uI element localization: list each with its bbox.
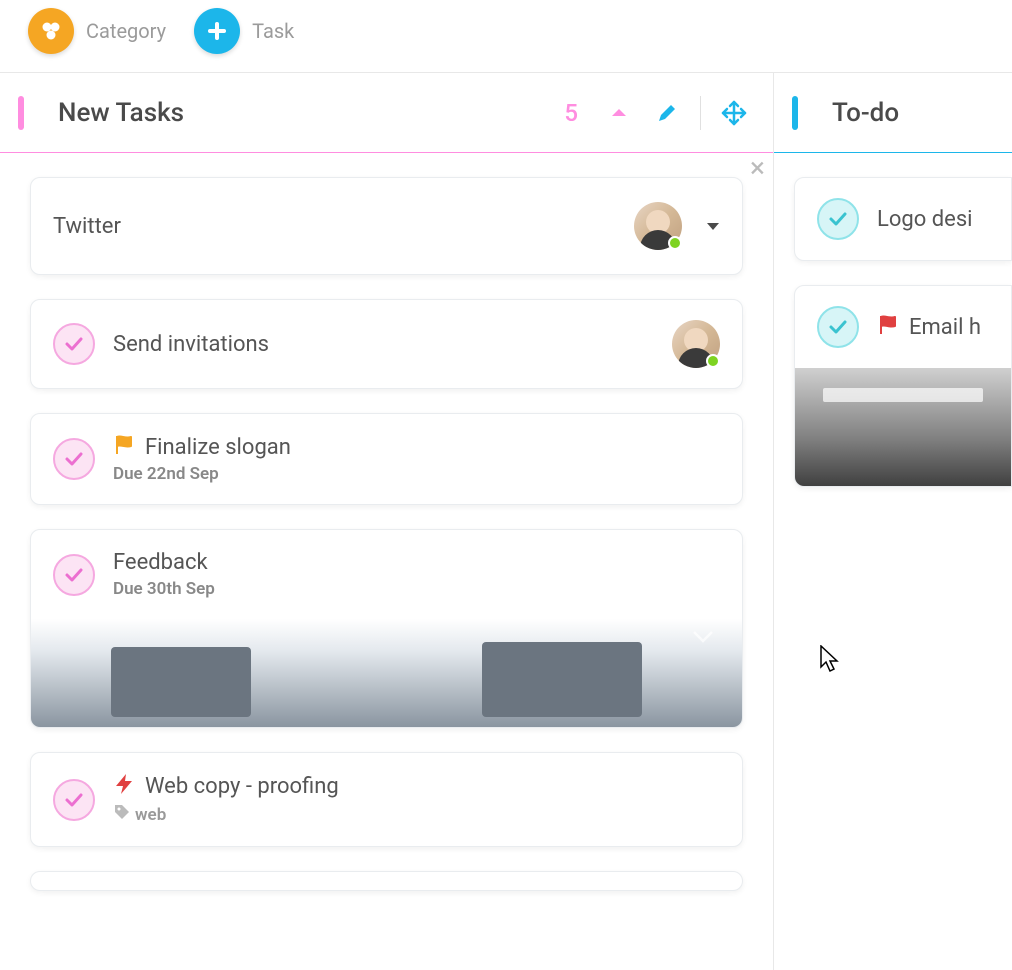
task-card[interactable]: Web copy - proofing web xyxy=(30,752,743,847)
task-title: Feedback xyxy=(113,550,720,575)
collapse-button[interactable] xyxy=(604,98,634,128)
caret-up-icon xyxy=(611,108,627,118)
divider xyxy=(700,96,701,130)
check-icon xyxy=(63,448,85,470)
task-title: Finalize slogan xyxy=(145,435,291,460)
task-due: Due 22nd Sep xyxy=(113,464,720,484)
top-toolbar: Category Task xyxy=(0,0,1012,73)
flag-icon xyxy=(877,314,899,340)
task-title: Email h xyxy=(909,315,981,340)
tasks-list-todo: Logo desi Email h xyxy=(774,153,1012,511)
close-new-task[interactable]: × xyxy=(746,153,769,186)
flag-icon xyxy=(113,434,135,460)
assignee-dropdown[interactable] xyxy=(706,217,720,236)
task-title: Send invitations xyxy=(113,332,654,357)
task-label: Task xyxy=(252,19,294,43)
assignee-avatar[interactable] xyxy=(634,202,682,250)
task-image xyxy=(795,368,1011,486)
edit-button[interactable] xyxy=(652,98,682,128)
task-card[interactable]: Email h xyxy=(794,285,1012,487)
task-image xyxy=(31,619,742,727)
column-count: 5 xyxy=(564,99,578,127)
category-label: Category xyxy=(86,19,166,43)
status-online-icon xyxy=(706,354,720,368)
chevron-down-icon xyxy=(692,630,714,644)
column-title: New Tasks xyxy=(58,98,564,128)
column-actions: 5 xyxy=(564,96,749,130)
task-due: Due 30th Sep xyxy=(113,579,720,599)
check-circle[interactable] xyxy=(817,198,859,240)
column-accent xyxy=(18,96,24,130)
task-tag: web xyxy=(135,805,166,825)
check-circle[interactable] xyxy=(817,306,859,348)
move-button[interactable] xyxy=(719,98,749,128)
task-card[interactable]: Finalize slogan Due 22nd Sep xyxy=(30,413,743,505)
tag-icon xyxy=(113,803,131,826)
task-card[interactable]: Feedback Due 30th Sep xyxy=(30,529,743,728)
column-header-todo: To-do xyxy=(774,73,1012,153)
column-new-tasks: New Tasks 5 × xyxy=(0,73,774,970)
category-icon xyxy=(28,8,74,54)
plus-icon xyxy=(194,8,240,54)
column-header-new-tasks: New Tasks 5 xyxy=(0,73,773,153)
status-online-icon xyxy=(668,236,682,250)
pencil-icon xyxy=(656,102,678,124)
board: New Tasks 5 × xyxy=(0,73,1012,970)
tasks-list-new: × Twitter xyxy=(0,153,773,915)
check-icon xyxy=(63,333,85,355)
task-button[interactable]: Task xyxy=(194,8,294,54)
expand-image-button[interactable] xyxy=(692,629,714,648)
check-icon xyxy=(63,564,85,586)
task-card[interactable]: Send invitations xyxy=(30,299,743,389)
column-todo: To-do Logo desi xyxy=(774,73,1012,970)
category-button[interactable]: Category xyxy=(28,8,166,54)
assignee-avatar[interactable] xyxy=(672,320,720,368)
task-card[interactable] xyxy=(30,871,743,891)
column-accent xyxy=(792,96,798,130)
check-circle[interactable] xyxy=(53,779,95,821)
bolt-icon xyxy=(113,773,135,799)
task-title: Web copy - proofing xyxy=(145,774,339,799)
check-circle[interactable] xyxy=(53,554,95,596)
task-card[interactable]: Logo desi xyxy=(794,177,1012,261)
check-icon xyxy=(827,316,849,338)
check-circle[interactable] xyxy=(53,323,95,365)
task-card-new[interactable]: Twitter xyxy=(30,177,743,275)
check-circle[interactable] xyxy=(53,438,95,480)
move-icon xyxy=(721,100,747,126)
check-icon xyxy=(63,789,85,811)
check-icon xyxy=(827,208,849,230)
task-title: Logo desi xyxy=(877,207,1011,232)
column-title: To-do xyxy=(832,98,988,128)
task-title: Twitter xyxy=(53,214,616,239)
caret-down-icon xyxy=(706,222,720,232)
